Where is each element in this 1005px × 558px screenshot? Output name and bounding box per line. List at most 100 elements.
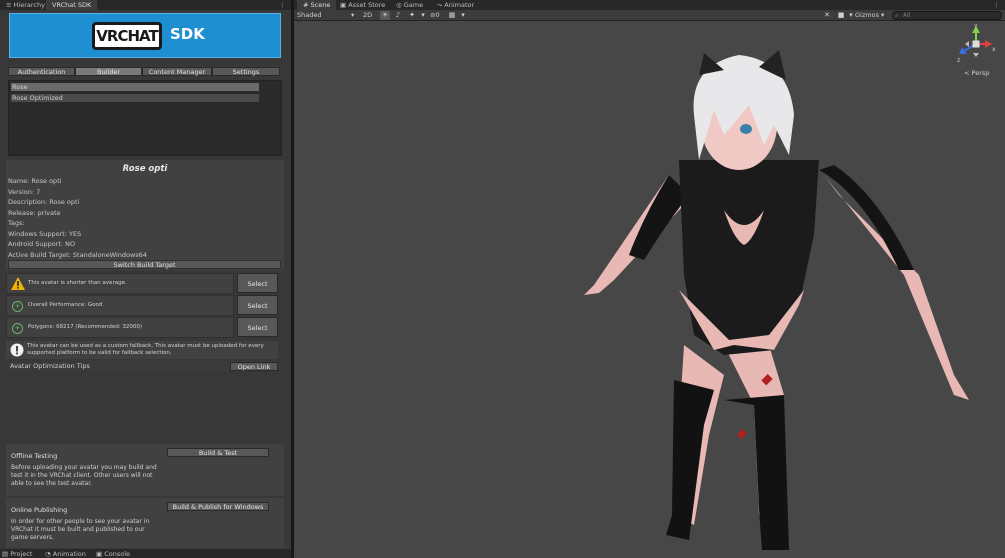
warning-icon (11, 277, 25, 290)
dropdown-arrow-icon: ▾ (351, 11, 355, 19)
info-windows-support: Windows Support: YES (8, 230, 82, 238)
tab-project[interactable]: ▤ Project (2, 550, 32, 558)
avatar-right-sleeve (819, 165, 914, 270)
tab-console[interactable]: ▣ Console (96, 550, 130, 558)
open-link-button[interactable]: Open Link (230, 362, 278, 371)
scene-menu-icon[interactable]: ⋮ (993, 0, 1000, 10)
gizmos-dropdown[interactable]: Gizmos ▾ (855, 11, 884, 20)
avatar-left-boot (666, 380, 714, 540)
tab-game[interactable]: ◎ Game (390, 0, 429, 10)
console-icon: ▣ (96, 550, 103, 558)
warning-text: This avatar is shorter than average. (28, 280, 127, 286)
tab-console-label: Console (104, 550, 131, 558)
avatar-diamond-accent (737, 429, 747, 439)
optimization-tips-row: Avatar Optimization Tips Open Link (6, 361, 278, 371)
info-exclamation-icon (10, 343, 24, 357)
scene-icon: # (303, 1, 309, 9)
tab-scene[interactable]: # Scene (297, 0, 337, 10)
list-item[interactable]: Rose (11, 83, 259, 91)
performance-row: + Overall Performance: Good (6, 295, 234, 316)
panel-menu-icon[interactable]: ⋮ (279, 0, 286, 10)
gizmo-x-label: x (992, 46, 996, 53)
tab-scene-label: Scene (310, 1, 331, 9)
select-button[interactable]: Select (237, 273, 278, 293)
search-placeholder: All (903, 12, 911, 19)
tab-settings[interactable]: Settings (212, 67, 280, 76)
fallback-text: This avatar can be used as a custom fall… (27, 343, 264, 356)
folder-icon: ▤ (2, 550, 9, 558)
ok-icon: + (12, 323, 23, 334)
offline-testing-title: Offline Testing (11, 452, 58, 460)
audio-icon[interactable]: ♪ (393, 11, 403, 20)
lighting-icon[interactable]: ☀ (380, 11, 390, 20)
avatar-list: Rose Rose Optimized (8, 80, 282, 156)
select-button[interactable]: Select (237, 317, 278, 337)
online-publishing-box: Online Publishing Build & Publish for Wi… (6, 498, 284, 548)
online-publishing-title: Online Publishing (11, 506, 68, 514)
vrchat-sdk-banner: VRCHAT SDK (9, 13, 281, 58)
tab-animator-label: Animator (444, 1, 475, 9)
select-button[interactable]: Select (237, 295, 278, 315)
tab-asset-store-label: Asset Store (348, 1, 386, 9)
gizmo-y-label: y (974, 24, 978, 29)
switch-build-target-button[interactable]: Switch Build Target (8, 260, 281, 269)
tools-icon[interactable]: ✕ (822, 11, 832, 20)
hidden-layers-toggle[interactable]: ⊘0 (430, 11, 440, 20)
grid-icon[interactable]: ▦ (447, 11, 457, 20)
tab-hierarchy[interactable]: ≡ Hierarchy (0, 0, 51, 10)
polygons-text: Polygons: 68217 (Recommended: 32000) (28, 324, 143, 330)
scene-tab-bar: # Scene ▣ Asset Store ◎ Game ⤳ Animator … (294, 0, 1005, 10)
tab-hierarchy-label: Hierarchy (13, 1, 45, 9)
game-icon: ◎ (396, 1, 402, 9)
dropdown-arrow-icon: ▾ (881, 11, 885, 19)
tab-vrchat-sdk[interactable]: VRChat SDK (46, 0, 98, 10)
shading-value: Shaded (297, 11, 322, 19)
build-and-test-button[interactable]: Build & Test (167, 448, 269, 457)
info-release: Release: private (8, 209, 61, 217)
persp-label: Persp (971, 69, 990, 77)
tab-asset-store[interactable]: ▣ Asset Store (334, 0, 391, 10)
shading-dropdown[interactable]: Shaded ▾ (297, 11, 357, 20)
avatar-title: Rose opti (122, 164, 168, 174)
performance-text: Overall Performance: Good (28, 302, 103, 308)
build-and-publish-button[interactable]: Build & Publish for Windows (167, 502, 269, 511)
animator-icon: ⤳ (437, 1, 443, 9)
ok-icon: + (12, 301, 23, 312)
tab-builder[interactable]: Builder (75, 67, 142, 76)
fallback-info-row: This avatar can be used as a custom fall… (6, 341, 278, 359)
tab-animation[interactable]: ◔ Animation (45, 550, 86, 558)
tab-authentication[interactable]: Authentication (8, 67, 75, 76)
grid-dropdown-icon[interactable]: ▾ (458, 11, 468, 20)
scene-search-input[interactable]: ⌕ All (892, 11, 1002, 20)
search-icon: ⌕ (895, 12, 899, 19)
camera-icon[interactable]: ■ (836, 11, 846, 20)
avatar-left-sleeve (629, 175, 689, 260)
tab-animation-label: Animation (52, 550, 86, 558)
vrchat-logo: VRCHAT (92, 22, 162, 50)
online-publishing-text: In order for other people to see your av… (11, 518, 150, 541)
animation-icon: ◔ (45, 550, 51, 558)
effects-icon[interactable]: ✦ (407, 11, 417, 20)
tab-content-manager[interactable]: Content Manager (142, 67, 212, 76)
toggle-2d-button[interactable]: 2D (363, 11, 372, 20)
avatar-model[interactable] (574, 45, 974, 555)
polygons-row: + Polygons: 68217 (Recommended: 32000) (6, 317, 234, 338)
effects-dropdown-icon[interactable]: ▾ (418, 11, 428, 20)
tab-game-label: Game (403, 1, 424, 9)
bottom-tab-bar: ▤ Project ◔ Animation ▣ Console (0, 549, 291, 558)
gizmos-label: Gizmos (855, 11, 879, 19)
info-build-target: Active Build Target: StandaloneWindows64 (8, 251, 147, 259)
offline-testing-text: Before uploading your avatar you may bui… (11, 464, 157, 487)
info-tags: Tags: (8, 219, 25, 227)
avatar-right-boot (724, 395, 789, 550)
info-name: Name: Rose opti (8, 177, 62, 185)
list-item[interactable]: Rose Optimized (11, 94, 259, 102)
info-android-support: Android Support: NO (8, 240, 76, 248)
left-panel: ≡ Hierarchy VRChat SDK ⋮ VRCHAT SDK Auth… (0, 0, 291, 558)
optimization-tips-label: Avatar Optimization Tips (10, 362, 90, 370)
tab-project-label: Project (10, 550, 33, 558)
avatar-info-panel: Rose opti Name: Rose opti Version: 7 Des… (6, 160, 284, 270)
tab-animator[interactable]: ⤳ Animator (431, 0, 480, 10)
avatar-eye (740, 124, 752, 134)
info-version: Version: 7 (8, 188, 41, 196)
